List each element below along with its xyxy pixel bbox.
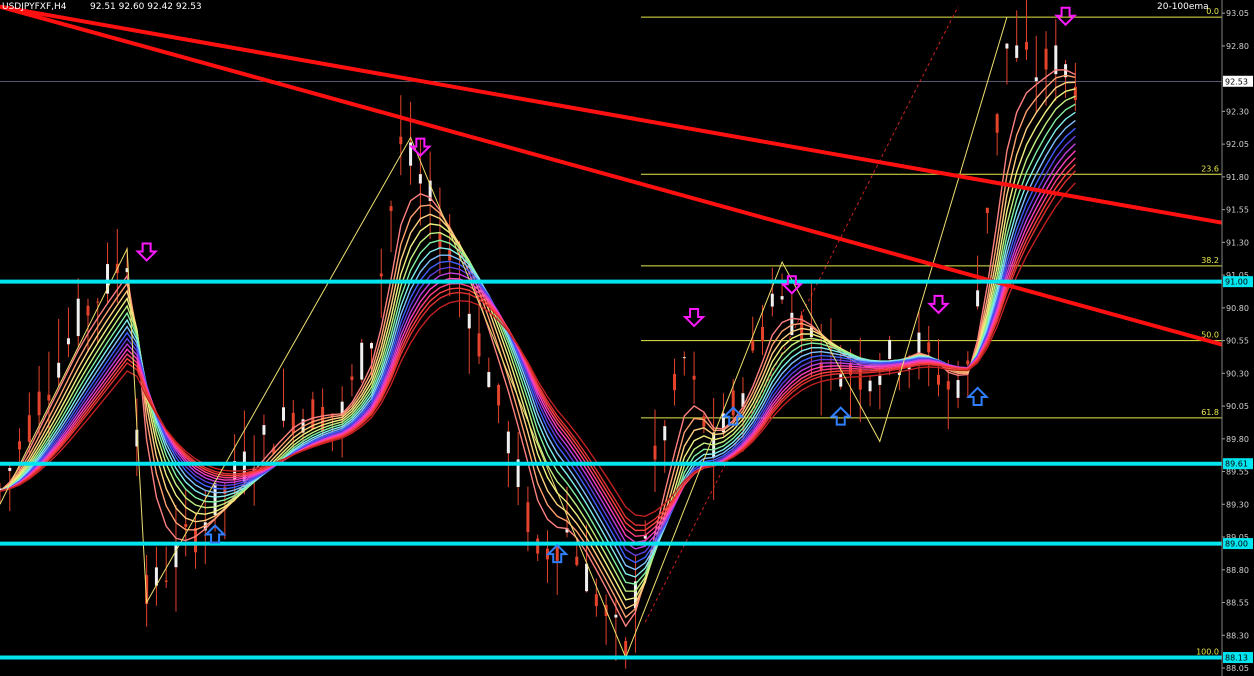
candle-body: [927, 342, 931, 353]
price-tag-label: 92.53: [1225, 77, 1248, 86]
candle-body: [8, 467, 12, 471]
candle-body: [76, 298, 80, 337]
candle-body: [497, 385, 501, 406]
axis-tick-label: 90.05: [1226, 402, 1249, 411]
candle-body: [614, 614, 618, 618]
candle-body: [418, 174, 422, 184]
axis-tick-label: 90.80: [1226, 304, 1249, 313]
candle-body: [780, 296, 784, 300]
axis-tick-label: 91.30: [1226, 238, 1249, 247]
candle-body: [673, 373, 677, 391]
price-tag-label: 89.61: [1225, 460, 1248, 469]
fib-level-label: 23.6: [1201, 164, 1219, 173]
candle-body: [399, 136, 403, 145]
candle-body: [878, 375, 882, 385]
fib-level-label: 61.8: [1201, 408, 1219, 417]
axis-tick-label: 91.80: [1226, 173, 1249, 182]
candle-body: [467, 313, 471, 329]
candle-body: [663, 426, 667, 441]
candle-body: [761, 327, 765, 342]
axis-tick-label: 91.55: [1226, 206, 1249, 215]
candle-body: [692, 375, 696, 380]
indicator-label: 20-100ema: [1157, 2, 1209, 12]
candle-body: [360, 342, 364, 380]
price-chart[interactable]: 0.023.638.250.061.8100.0 93.0592.8092.30…: [0, 0, 1254, 676]
candle-body: [917, 332, 921, 356]
candle-body: [555, 546, 559, 561]
price-axis: 93.0592.8092.3092.0591.8091.5591.3091.05…: [1221, 0, 1254, 676]
candle-body: [1034, 77, 1038, 82]
axis-tick-label: 88.80: [1226, 566, 1249, 575]
candle-body: [839, 373, 843, 387]
candle-body: [184, 524, 188, 528]
candle-body: [389, 206, 393, 212]
candle-body: [262, 425, 266, 435]
candle-body: [1024, 42, 1028, 50]
candle-body: [57, 362, 61, 378]
axis-tick-label: 92.30: [1226, 107, 1249, 116]
candle-body: [194, 527, 198, 553]
candle-body: [369, 343, 373, 349]
fib-level-label: 100.0: [1196, 648, 1219, 657]
candle-body: [291, 412, 295, 434]
candle-body: [770, 293, 774, 307]
candle-body: [282, 407, 286, 421]
candle-body: [96, 301, 100, 303]
candle-body: [477, 333, 481, 357]
axis-tick-label: 90.30: [1226, 369, 1249, 378]
candle-body: [976, 290, 980, 307]
axis-tick-label: 88.30: [1226, 631, 1249, 640]
price-tag-label: 88.13: [1225, 654, 1248, 663]
candle-body: [18, 441, 22, 450]
axis-tick-label: 92.05: [1226, 140, 1249, 149]
candle-body: [1005, 43, 1009, 49]
candle-body: [1015, 45, 1019, 58]
candle-body: [682, 357, 686, 359]
ohlc-label: 92.51 92.60 92.42 92.53: [90, 2, 202, 12]
candle-body: [47, 394, 51, 401]
candle-body: [86, 305, 90, 316]
candle-body: [995, 114, 999, 133]
candle-body: [594, 594, 598, 607]
axis-tick-label: 88.05: [1226, 664, 1249, 673]
candle-body: [888, 339, 892, 359]
candle-body: [66, 338, 70, 345]
candle-body: [858, 368, 862, 390]
candle-body: [487, 372, 491, 388]
candle-body: [174, 544, 178, 568]
fib-level-label: 38.2: [1201, 256, 1219, 265]
candle-body: [936, 374, 940, 385]
axis-tick-label: 93.05: [1226, 9, 1249, 18]
candle-body: [751, 341, 755, 351]
candle-body: [27, 415, 31, 442]
axis-tick-label: 90.55: [1226, 337, 1249, 346]
axis-tick-label: 92.80: [1226, 42, 1249, 51]
axis-tick-label: 89.30: [1226, 500, 1249, 509]
candle-body: [868, 380, 872, 392]
price-tag-label: 91.00: [1225, 278, 1248, 287]
price-tag-label: 89.00: [1225, 540, 1248, 549]
candle-body: [37, 391, 41, 416]
candle-body: [526, 502, 530, 533]
candle-body: [575, 556, 579, 565]
symbol-label: USDJPYFXF,H4: [2, 2, 67, 12]
candle-body: [585, 563, 589, 592]
candle-body: [956, 380, 960, 398]
candle-body: [985, 207, 989, 213]
candle-body: [379, 273, 383, 277]
candle-body: [653, 445, 657, 460]
candle-body: [966, 360, 970, 365]
candle-body: [1044, 48, 1048, 70]
candle-body: [946, 381, 950, 390]
candle-body: [536, 538, 540, 554]
candle-body: [350, 376, 354, 381]
axis-tick-label: 88.55: [1226, 599, 1249, 608]
candle-body: [506, 431, 510, 454]
candle-body: [731, 390, 735, 416]
axis-tick-label: 89.80: [1226, 435, 1249, 444]
candle-body: [164, 580, 168, 582]
